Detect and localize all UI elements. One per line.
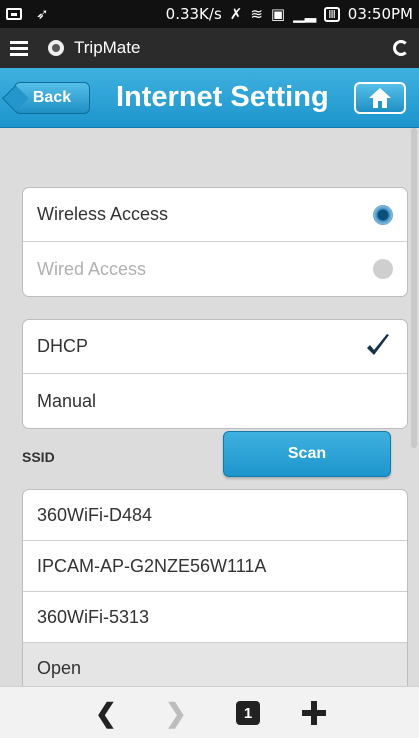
clock: 03:50PM <box>347 5 413 23</box>
browser-forward-icon[interactable]: ❯ <box>165 699 187 727</box>
scrollbar[interactable] <box>411 128 417 448</box>
ssid-list: 360WiFi-D484 IPCAM-AP-G2NZE56W111A 360Wi… <box>22 489 408 686</box>
no-sim-icon: ✗ <box>229 4 243 23</box>
option-label: Wireless Access <box>37 204 169 224</box>
dhcp-option[interactable]: DHCP <box>23 320 407 374</box>
network-item[interactable]: 360WiFi-5313 <box>23 592 407 643</box>
back-button-label: Back <box>32 89 72 106</box>
access-card: Wireless Access Wired Access <box>22 187 408 297</box>
radio-unselected-icon[interactable] <box>373 259 393 279</box>
home-button[interactable] <box>354 82 406 114</box>
nav-bar: Back Internet Setting <box>0 68 419 128</box>
network-item[interactable]: IPCAM-AP-G2NZE56W111A <box>23 541 407 592</box>
wifi-icon: ≋ <box>250 4 263 23</box>
app-logo-icon <box>48 40 64 56</box>
battery-icon: Ⅲ <box>324 6 340 22</box>
location-off-icon: ➶ <box>36 4 49 23</box>
tab-count-badge[interactable]: 1 <box>236 701 260 725</box>
network-speed: 0.33K/s <box>165 5 222 23</box>
wireless-access-option[interactable]: Wireless Access <box>23 188 407 242</box>
manual-option[interactable]: Manual <box>23 374 407 428</box>
wired-access-option[interactable]: Wired Access <box>23 242 407 296</box>
new-tab-icon[interactable] <box>300 699 328 727</box>
radio-selected-icon[interactable] <box>373 205 393 225</box>
home-icon <box>369 88 391 108</box>
browser-back-icon[interactable]: ❮ <box>95 699 117 727</box>
option-label: DHCP <box>37 336 89 356</box>
option-label: Wired Access <box>37 258 147 279</box>
menu-icon[interactable] <box>10 40 28 56</box>
reload-icon[interactable] <box>393 40 409 56</box>
settings-content: Wireless Access Wired Access DHCP Manual… <box>0 128 419 686</box>
app-bar: TripMate <box>0 28 419 68</box>
cast-icon: ▣ <box>270 4 286 23</box>
network-item[interactable]: 360WiFi-D484 <box>23 490 407 541</box>
option-label: Manual <box>37 390 97 411</box>
network-item[interactable]: Open <box>23 643 407 686</box>
ssid-label: SSID <box>22 449 55 465</box>
scan-button[interactable]: Scan <box>223 431 391 477</box>
signal-icon: ▁▂ <box>293 4 317 23</box>
photo-icon <box>6 8 22 20</box>
app-title: TripMate <box>74 38 141 57</box>
ip-mode-card: DHCP Manual <box>22 319 408 429</box>
checkmark-icon <box>367 334 389 355</box>
browser-toolbar: ❮ ❯ 1 <box>0 686 419 738</box>
back-button[interactable]: Back <box>14 82 90 114</box>
page-title: Internet Setting <box>116 81 329 113</box>
status-bar: ➶ 0.33K/s ✗ ≋ ▣ ▁▂ Ⅲ 03:50PM <box>0 0 419 28</box>
